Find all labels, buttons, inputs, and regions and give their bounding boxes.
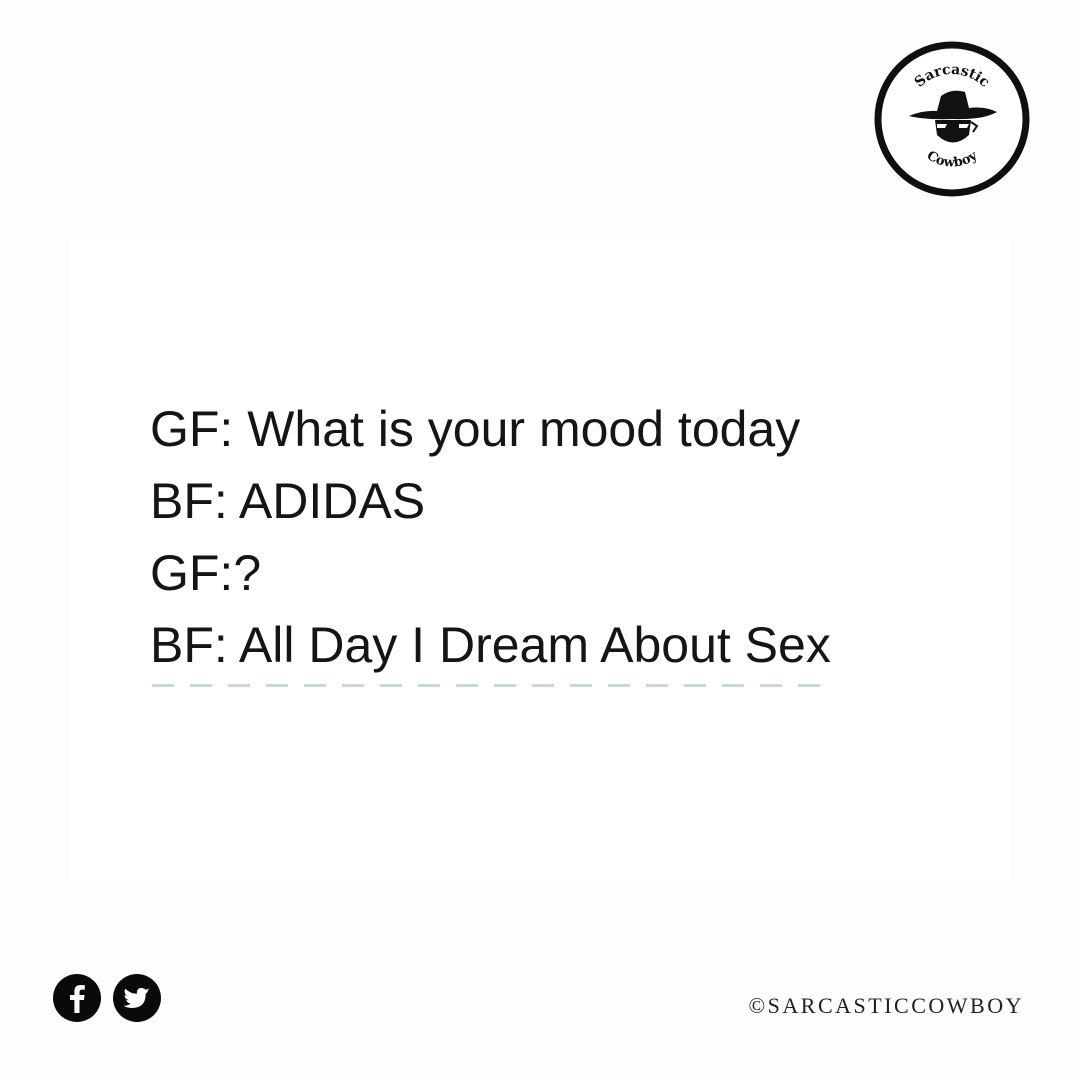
post-line-1: GF: What is your mood today [150,401,801,457]
facebook-icon[interactable] [52,973,102,1023]
post-line-3: GF:? [150,545,262,601]
twitter-icon[interactable] [112,973,162,1023]
post-line-2: BF: ADIDAS [150,473,426,529]
post-text: GF: What is your mood today BF: ADIDAS G… [150,393,831,681]
cropped-text-remnant [152,684,832,687]
social-links [52,973,162,1023]
sarcastic-cowboy-logo: Sarcastic Cowboy [873,40,1031,198]
post-line-4: BF: All Day I Dream About Sex [150,617,831,673]
copyright-text: ©SARCASTICCOWBOY [748,993,1024,1018]
